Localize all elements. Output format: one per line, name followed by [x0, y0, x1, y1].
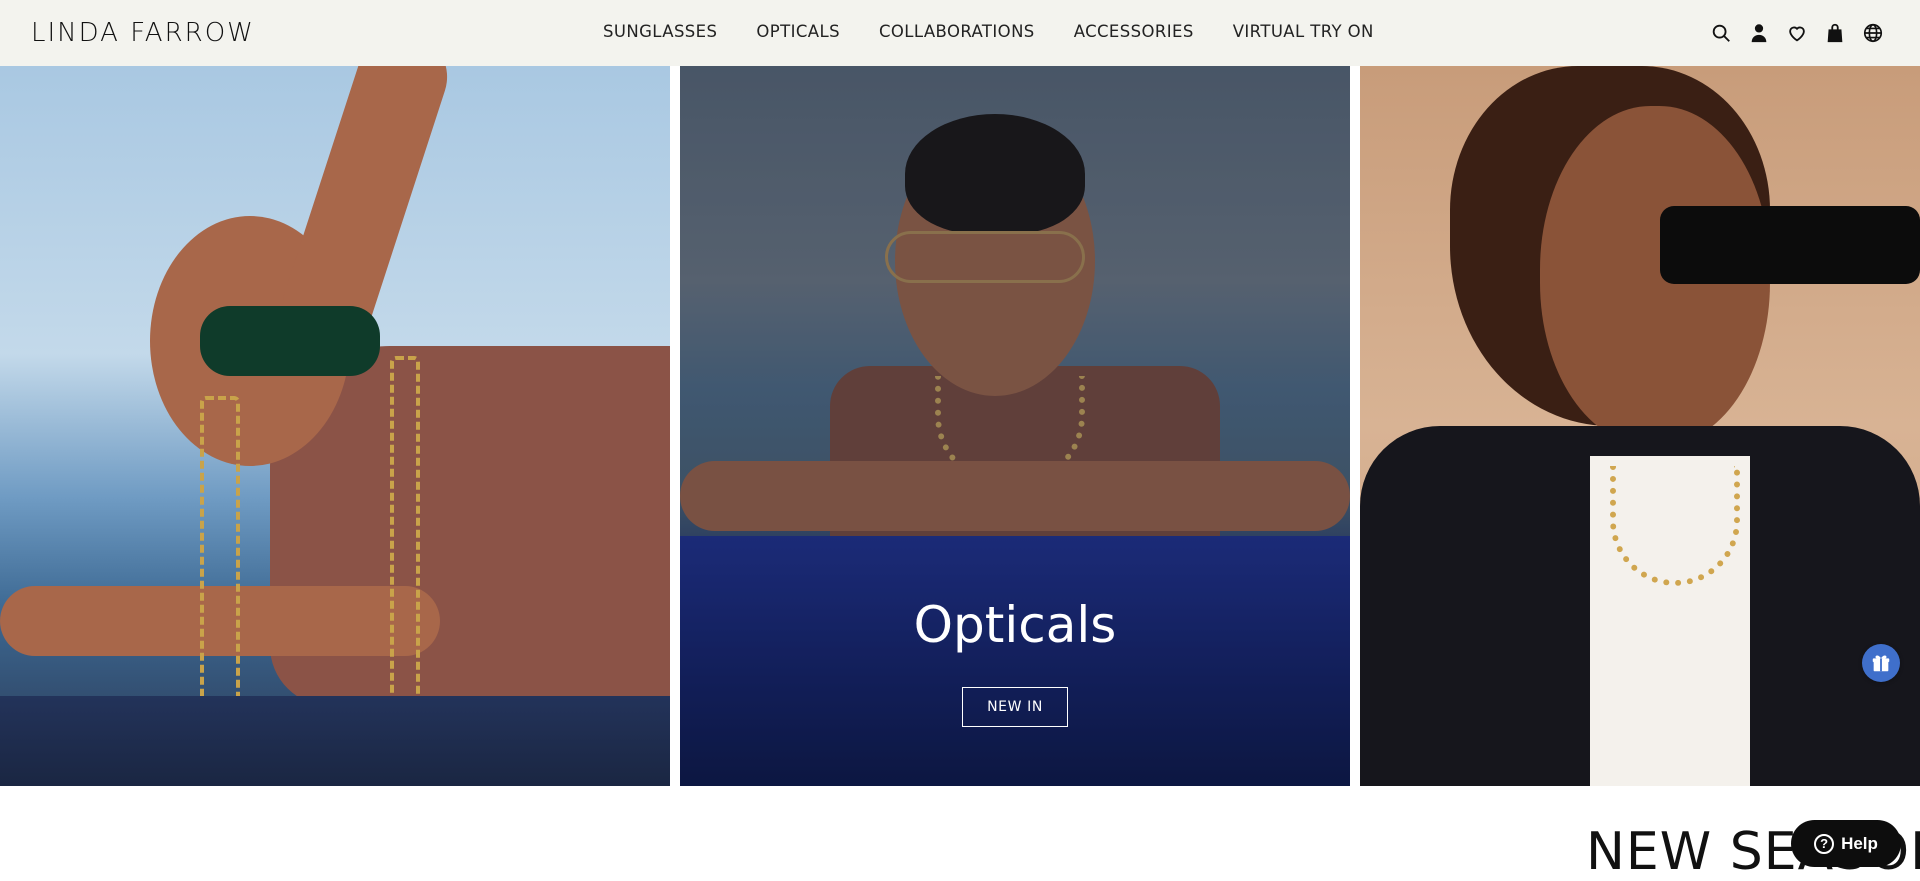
hero-banner: Opticals NEW IN [0, 66, 1920, 786]
question-icon: ? [1814, 833, 1835, 854]
shopping-bag-icon[interactable] [1823, 21, 1847, 45]
account-icon[interactable] [1747, 21, 1771, 45]
help-label: Help [1841, 833, 1878, 853]
help-button[interactable]: ? Help [1791, 820, 1901, 867]
wishlist-heart-icon[interactable] [1785, 21, 1809, 45]
new-in-button[interactable]: NEW IN [962, 687, 1068, 727]
opticals-panel[interactable]: Opticals NEW IN [680, 66, 1350, 786]
search-icon[interactable] [1709, 21, 1733, 45]
image-overlay [680, 66, 1350, 786]
nav-item-sunglasses[interactable]: SUNGLASSES [603, 22, 717, 41]
nav-item-accessories[interactable]: ACCESSORIES [1074, 22, 1194, 41]
panel-title: Opticals [913, 596, 1117, 654]
globe-icon[interactable] [1861, 21, 1885, 45]
car-surface [0, 696, 670, 786]
header-icons [1709, 21, 1885, 45]
collaborations-panel[interactable] [1360, 66, 1920, 786]
brand-logo[interactable]: LINDA FARROW [31, 18, 255, 48]
nav-item-opticals[interactable]: OPTICALS [756, 22, 840, 41]
gift-icon[interactable] [1862, 644, 1900, 682]
main-nav: SUNGLASSES OPTICALS COLLABORATIONS ACCES… [603, 22, 1374, 41]
nav-item-virtual-try-on[interactable]: VIRTUAL TRY ON [1233, 22, 1374, 41]
green-sunglasses [200, 306, 380, 376]
black-sunglasses [1660, 206, 1920, 284]
sunglasses-panel[interactable] [0, 66, 670, 786]
site-header: LINDA FARROW SUNGLASSES OPTICALS COLLABO… [0, 0, 1920, 66]
nav-item-collaborations[interactable]: COLLABORATIONS [879, 22, 1035, 41]
